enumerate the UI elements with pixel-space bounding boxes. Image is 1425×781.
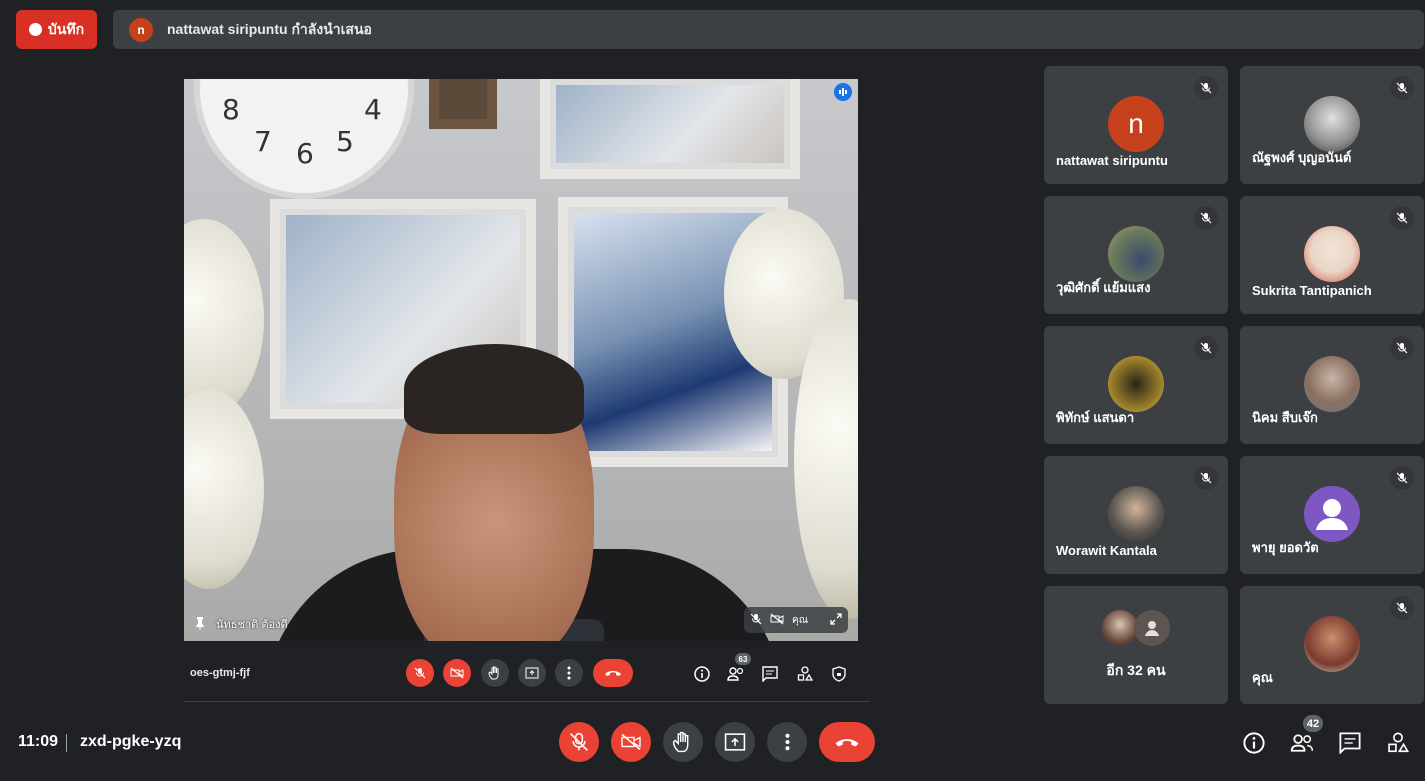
participant-name: นิคม สืบเจ๊ก: [1252, 410, 1318, 425]
record-label: บันทึก: [47, 20, 85, 37]
avatar: [1102, 610, 1138, 646]
presenter-avatar: n: [129, 17, 153, 42]
small-frame-image: [429, 79, 497, 129]
shared-info-icon[interactable]: [692, 664, 712, 684]
self-tile[interactable]: คุณ: [1240, 586, 1424, 704]
people-count-badge: 42: [1303, 715, 1323, 732]
participant-name: nattawat siripuntu: [1056, 153, 1168, 168]
speaking-indicator-icon: [834, 83, 852, 101]
avatar: [1108, 356, 1164, 412]
avatar: [1108, 486, 1164, 542]
activities-icon[interactable]: [1385, 730, 1411, 756]
avatar: [1304, 226, 1360, 282]
shared-chat-icon[interactable]: [760, 664, 780, 684]
camera-off-icon[interactable]: [770, 613, 784, 628]
camera-off-button[interactable]: [611, 722, 651, 762]
more-participants-label: อีก 32 คน: [1106, 662, 1166, 678]
meeting-info-icon[interactable]: [1241, 730, 1267, 756]
participant-name: Worawit Kantala: [1056, 543, 1157, 558]
shared-hang-up-button[interactable]: [593, 659, 633, 687]
raise-hand-button[interactable]: [663, 722, 703, 762]
expand-icon[interactable]: [830, 612, 842, 628]
participant-tile[interactable]: วุฒิศักดิ์ แย้มแสง: [1044, 196, 1228, 314]
shared-people-icon[interactable]: [726, 664, 746, 684]
mic-off-icon: [1194, 206, 1218, 230]
wall-clock-image: 8 7 6 5 4: [194, 79, 414, 199]
avatar: [1108, 226, 1164, 282]
participant-name: คุณ: [1252, 670, 1273, 685]
avatar: n: [1108, 96, 1164, 152]
divider: [66, 734, 67, 752]
participant-tile[interactable]: นิคม สืบเจ๊ก: [1240, 326, 1424, 444]
participant-name: พิทักษ์ แสนดา: [1056, 410, 1135, 425]
presenting-text: nattawat siripuntu กำลังนำเสนอ: [167, 20, 372, 37]
current-time: 11:09: [18, 733, 59, 750]
clock-number: 6: [296, 137, 314, 170]
more-participants-tile[interactable]: อีก 32 คน: [1044, 586, 1228, 704]
shared-activities-icon[interactable]: [795, 664, 815, 684]
self-view-label: คุณ: [792, 614, 808, 626]
participant-name: Sukrita Tantipanich: [1252, 283, 1372, 298]
pin-icon[interactable]: [194, 616, 206, 633]
presented-screen[interactable]: 8 7 6 5 4 นัทธชาติ ต้องดี คุณ: [184, 79, 858, 641]
pinned-label: นัทธชาติ ต้องดี: [194, 615, 288, 633]
shared-meeting-code: oes-gtmj-fjf: [190, 667, 250, 679]
participant-name: วุฒิศักดิ์ แย้มแสง: [1056, 280, 1151, 295]
more-options-button[interactable]: [767, 722, 807, 762]
presenting-banner: n nattawat siripuntu กำลังนำเสนอ: [113, 10, 1424, 49]
meeting-code: zxd-pgke-yzq: [80, 733, 182, 750]
clock-number: 8: [222, 93, 240, 126]
record-button[interactable]: บันทึก: [16, 10, 97, 49]
shared-camera-off-button[interactable]: [443, 659, 471, 687]
mic-off-button[interactable]: [559, 722, 599, 762]
participant-name: ณัฐพงศ์ บุญอนันต์: [1252, 150, 1352, 165]
participant-tile[interactable]: พายุ ยอดวัต: [1240, 456, 1424, 574]
mic-off-icon: [1390, 466, 1414, 490]
participant-tile[interactable]: Worawit Kantala: [1044, 456, 1228, 574]
mic-off-icon: [1390, 336, 1414, 360]
participant-tile[interactable]: Sukrita Tantipanich: [1240, 196, 1424, 314]
participant-tile[interactable]: ณัฐพงศ์ บุญอนันต์: [1240, 66, 1424, 184]
people-icon[interactable]: [1289, 730, 1315, 756]
pinned-name: นัทธชาติ ต้องดี: [216, 619, 288, 631]
flowers-left-image: [184, 389, 264, 589]
shared-raise-hand-button[interactable]: [481, 659, 509, 687]
mic-off-icon: [1390, 76, 1414, 100]
mic-off-icon: [1194, 336, 1218, 360]
shared-present-button[interactable]: [518, 659, 546, 687]
self-view-pill[interactable]: คุณ: [744, 607, 848, 633]
participant-tile[interactable]: n nattawat siripuntu: [1044, 66, 1228, 184]
present-now-button[interactable]: [715, 722, 755, 762]
flowers-left-image: [184, 219, 264, 419]
default-avatar-icon: [1304, 486, 1360, 542]
shared-host-controls-icon[interactable]: [829, 664, 849, 684]
avatar: [1304, 616, 1360, 672]
hang-up-button[interactable]: [819, 722, 875, 762]
mic-off-icon[interactable]: [750, 613, 762, 628]
clock-number: 4: [364, 93, 382, 126]
speaker-hair-image: [404, 344, 584, 434]
record-dot-icon: [28, 23, 42, 36]
divider: [184, 701, 870, 702]
mic-off-icon: [1194, 466, 1218, 490]
clock-number: 5: [336, 125, 354, 158]
shared-mic-off-button[interactable]: [406, 659, 434, 687]
mic-off-icon: [1390, 596, 1414, 620]
participant-tile[interactable]: พิทักษ์ แสนดา: [1044, 326, 1228, 444]
participant-name: พายุ ยอดวัต: [1252, 540, 1319, 555]
shared-control-bar: oes-gtmj-fjf 63: [184, 652, 858, 696]
top-frame-image: [540, 79, 800, 179]
chat-icon[interactable]: [1337, 730, 1363, 756]
shared-more-button[interactable]: [555, 659, 583, 687]
avatar: [1304, 96, 1360, 152]
shared-people-count-badge: 63: [735, 653, 751, 665]
mic-off-icon: [1390, 206, 1414, 230]
mic-off-icon: [1194, 76, 1218, 100]
clock-number: 7: [254, 125, 272, 158]
avatar: [1304, 356, 1360, 412]
default-avatar-icon: [1134, 610, 1170, 646]
